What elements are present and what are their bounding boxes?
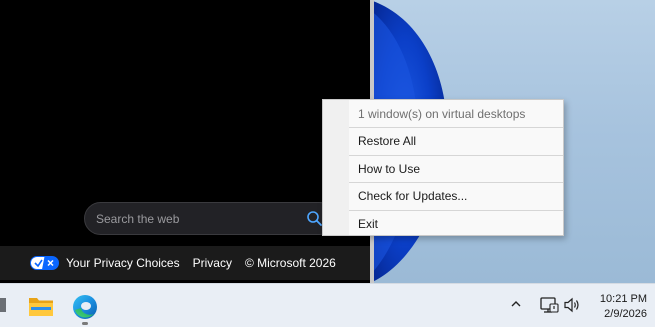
menu-item-exit[interactable]: Exit bbox=[349, 210, 563, 238]
menu-gutter bbox=[323, 100, 349, 235]
partial-taskbar-icon[interactable] bbox=[0, 298, 6, 312]
network-icon[interactable] bbox=[539, 295, 559, 315]
edge-active-indicator bbox=[82, 322, 88, 325]
browser-window: Search the web Your Privacy Choices Priv… bbox=[0, 0, 374, 283]
privacy-choices-link[interactable]: Your Privacy Choices bbox=[66, 256, 180, 270]
menu-item-check-for-updates[interactable]: Check for Updates... bbox=[349, 182, 563, 210]
taskbar: 10:21 PM 2/9/2026 bbox=[0, 283, 655, 327]
edge-icon[interactable] bbox=[72, 294, 98, 320]
menu-item-how-to-use[interactable]: How to Use bbox=[349, 155, 563, 183]
copyright-text: © Microsoft 2026 bbox=[244, 256, 336, 270]
menu-item-restore-all[interactable]: Restore All bbox=[349, 127, 563, 155]
file-explorer-icon[interactable] bbox=[28, 294, 54, 318]
system-clock[interactable]: 10:21 PM 2/9/2026 bbox=[600, 292, 647, 322]
show-hidden-icons-chevron-icon[interactable] bbox=[510, 298, 522, 310]
clock-time: 10:21 PM bbox=[599, 293, 647, 305]
browser-footer: Your Privacy Choices Privacy © Microsoft… bbox=[0, 246, 370, 280]
tray-context-menu: 1 window(s) on virtual desktops Restore … bbox=[322, 99, 564, 236]
volume-icon[interactable] bbox=[563, 297, 581, 313]
search-placeholder: Search the web bbox=[96, 211, 180, 226]
privacy-link[interactable]: Privacy bbox=[193, 256, 232, 270]
clock-date: 2/9/2026 bbox=[604, 308, 647, 320]
menu-header: 1 window(s) on virtual desktops bbox=[358, 107, 526, 121]
search-input[interactable]: Search the web bbox=[84, 202, 336, 235]
privacy-choices-icon bbox=[30, 256, 59, 270]
search-icon[interactable] bbox=[306, 210, 323, 227]
